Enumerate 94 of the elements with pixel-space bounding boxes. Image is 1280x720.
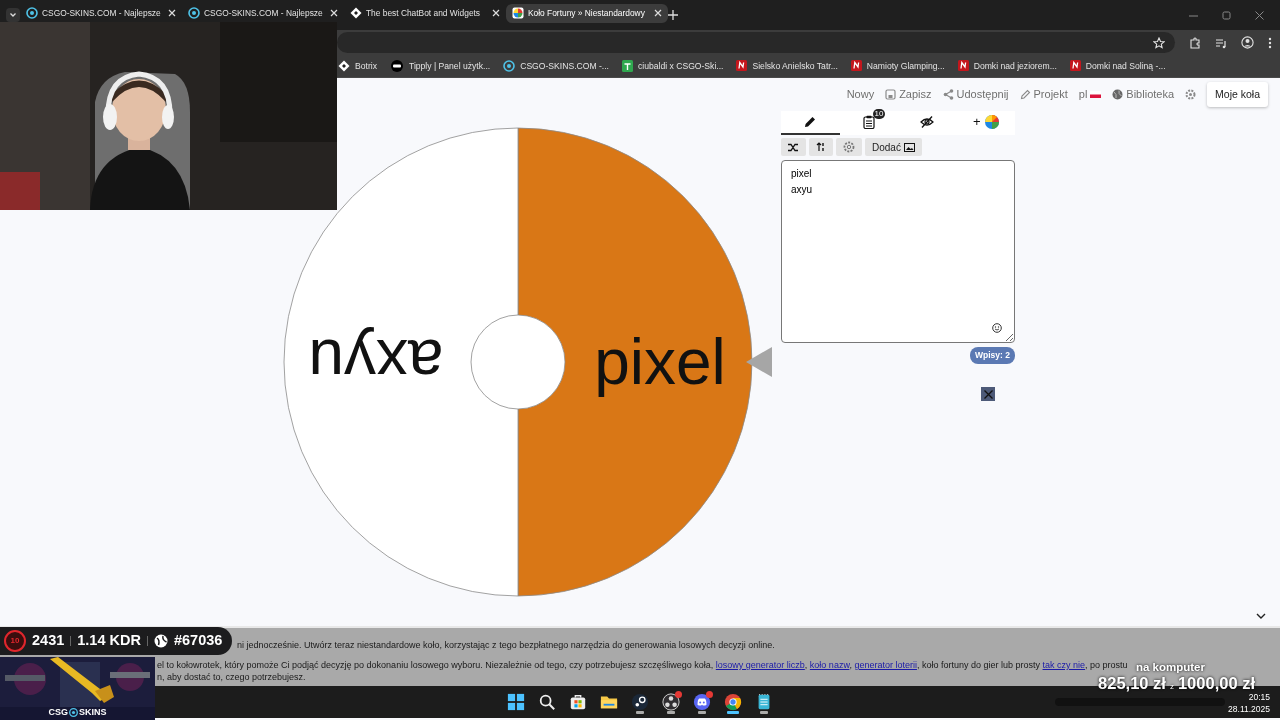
target-icon (188, 7, 200, 19)
n-logo-icon (1069, 60, 1081, 72)
kdr-text: 1.14 KDR (77, 631, 141, 651)
target-icon (26, 7, 38, 19)
search-icon (538, 693, 556, 711)
bookmark-link[interactable]: Domki nad jeziorem... (973, 59, 1057, 73)
diamond-icon (338, 60, 350, 72)
browser-tab[interactable]: Koło Fortuny » Niestandardowy (506, 3, 668, 23)
eye-slash-icon (920, 115, 935, 129)
shuffle-button[interactable] (781, 138, 806, 156)
elo-text: 2431 (32, 631, 65, 651)
settings-button[interactable] (836, 138, 862, 156)
tab-search-icon[interactable] (6, 8, 20, 22)
steam-icon (631, 693, 649, 711)
n-logo-icon (736, 60, 748, 72)
new-tab-icon[interactable] (668, 10, 678, 20)
toolbar-link[interactable]: Zapisz (899, 86, 932, 103)
pencil-icon (803, 115, 818, 129)
separator-text: z (1169, 682, 1174, 692)
browser-tab[interactable]: CSGO-SKINS.COM - Najlepsze (20, 3, 182, 23)
browser-tab[interactable]: CSGO-SKINS.COM - Najlepsze (182, 3, 344, 23)
menu-icon[interactable] (1268, 36, 1272, 49)
chevron-down-icon[interactable] (1256, 613, 1266, 619)
segment-label: pixel (594, 326, 726, 398)
taskbar-app[interactable] (691, 690, 713, 714)
bookmark-link[interactable]: Namioty Glamping... (866, 59, 945, 73)
smiley-icon[interactable] (992, 323, 1002, 333)
editor-tab[interactable]: + (956, 111, 1015, 135)
profile-icon[interactable] (1241, 36, 1254, 49)
n-logo-icon (957, 60, 969, 72)
bookmark-link[interactable]: Botrix (355, 59, 377, 73)
target-icon (69, 707, 78, 717)
editor-tab[interactable]: 10 (839, 111, 898, 135)
notification-badge: 10 (872, 109, 886, 119)
color-wheel-icon (984, 115, 999, 129)
color-wheel-icon (512, 7, 524, 19)
bookmark-link[interactable]: ciubaldi x CSGO-Ski... (638, 59, 724, 73)
settings-icon[interactable] (1185, 89, 1197, 100)
globe-icon (1112, 89, 1124, 100)
bookmark-link[interactable]: Domki nad Soliną -... (1085, 59, 1166, 73)
rank-text: #67036 (173, 631, 223, 651)
browser-tab[interactable]: The best ChatBot and Widgets (344, 3, 506, 23)
n-logo-icon (850, 60, 862, 72)
toolbar-link[interactable]: Udostępnij (956, 86, 1009, 103)
brand-text: SKINS (79, 705, 107, 719)
obs-icon (662, 693, 680, 711)
store-icon (569, 693, 587, 711)
toolbar-link[interactable]: Biblioteka (1126, 86, 1175, 103)
text-link[interactable]: losowy generator liczb (715, 660, 805, 670)
windows-icon (507, 693, 525, 711)
star-icon[interactable] (1153, 36, 1165, 49)
entries-field[interactable]: pixel axyu (781, 160, 1015, 343)
target-icon (503, 60, 516, 72)
add-button[interactable]: Dodać (865, 138, 922, 156)
save-icon (885, 89, 897, 100)
clipboard-icon (861, 115, 876, 129)
puzzle-icon[interactable] (1189, 36, 1201, 49)
language-link[interactable]: pl (1078, 86, 1088, 103)
toolbar-link[interactable]: Nowy (846, 86, 875, 103)
bookmark-link[interactable]: CSGO-SKINS.COM -... (520, 59, 609, 73)
restore-icon[interactable] (1222, 10, 1231, 20)
bookmark-link[interactable]: Sielsko Anielsko Tatr... (752, 59, 838, 73)
flag-icon (1090, 89, 1102, 100)
diamond-icon (350, 7, 362, 19)
shuffle-icon (788, 142, 799, 152)
bookmark-link[interactable]: Tipply | Panel użytk... (408, 59, 491, 73)
pointer-icon (746, 347, 772, 377)
text-link[interactable]: generator loterii (854, 660, 917, 670)
segment-label: axyu (308, 326, 444, 398)
entry-count-badge: Wpisy: 2 (970, 347, 1015, 364)
discord-icon (693, 693, 711, 711)
sort-button[interactable] (809, 138, 833, 156)
image-icon (903, 142, 915, 152)
clock-time: 20:15 (1247, 691, 1270, 704)
level-badge: 10 (4, 630, 26, 652)
close-button[interactable] (981, 387, 995, 401)
media-icon[interactable] (1215, 36, 1227, 49)
description-text: n, aby dostać to, czego potrzebujesz. (157, 671, 306, 684)
brand-text: CSG (48, 705, 68, 719)
globe-icon (153, 634, 168, 648)
description-text: ni jednocześnie. Utwórz teraz niestandardowe koło, korzystając z tego bezpłatnego narzędzia do generowania losowych decyzji online. (237, 639, 775, 652)
close-icon (983, 389, 993, 399)
spreadsheet-icon (622, 60, 633, 72)
clock-date: 28.11.2025 (1228, 703, 1270, 716)
chrome-icon (724, 693, 742, 711)
sort-icon (816, 142, 826, 152)
goal-title: na komputer (1136, 661, 1205, 675)
settings-icon (843, 141, 855, 153)
toolbar-link[interactable]: Projekt (1033, 86, 1068, 103)
pencil-icon (1019, 89, 1031, 100)
description-text: el to kołowrotek, który pomoże Ci podjąć decyzję po dokonaniu losowego wyboru. Niezależnie od tego, czy potrzebujesz szczęśliwego koła, losowy generator liczb, koło nazw, generator loterii, koło fortuny do gier lub prosty tak czy nie, po prostu (157, 659, 1128, 672)
share-icon (942, 89, 954, 100)
my-wheels-button[interactable]: Moje koła (1207, 81, 1268, 108)
taskbar-app[interactable] (660, 690, 682, 714)
